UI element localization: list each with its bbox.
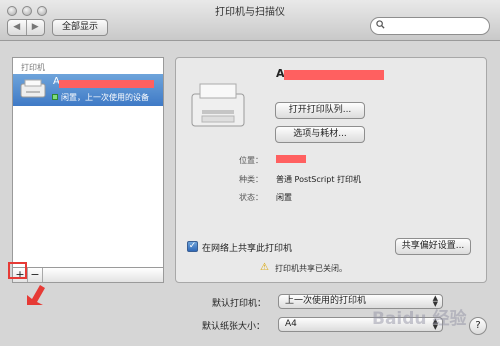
large-printer-icon <box>191 83 245 127</box>
location-label: 位置： <box>239 156 263 165</box>
status-value: 闲置 <box>276 193 292 202</box>
warning-icon: ⚠ <box>260 262 269 273</box>
search-icon <box>376 20 385 32</box>
share-checkbox[interactable]: ✓ <box>187 241 198 252</box>
share-checkbox-label[interactable]: 在网络上共享此打印机 <box>202 241 292 254</box>
annotation-highlight-box <box>8 262 27 279</box>
search-input[interactable] <box>370 17 490 35</box>
printer-status: 闲置，上一次使用的设备 <box>61 93 149 102</box>
sharing-warning-text: 打印机共享已关闭。 <box>275 264 347 273</box>
redacted-detail-name <box>284 70 384 80</box>
default-paper-label: 默认纸张大小： <box>202 322 266 332</box>
remove-printer-button[interactable]: − <box>28 268 43 282</box>
back-button[interactable]: ◀ <box>8 20 26 35</box>
annotation-arrow-icon <box>27 285 45 305</box>
printer-list: 打印机 A 闲置，上一次使用的设备 <box>12 57 164 268</box>
status-indicator-icon <box>52 94 58 100</box>
printer-icon <box>20 79 46 98</box>
redacted-name <box>59 80 154 88</box>
title-bar: 打印机与扫描仪 ◀ ▶ 全部显示 <box>0 0 500 41</box>
redacted-location <box>276 155 306 163</box>
help-button[interactable]: ? <box>469 317 487 335</box>
default-printer-value: 上一次使用的打印机 <box>285 296 367 306</box>
open-print-queue-button[interactable]: 打开打印队列... <box>275 102 365 119</box>
forward-button[interactable]: ▶ <box>25 20 45 35</box>
printer-detail-panel: A 打开打印队列... 选项与耗材... 位置： 种类： 普通 PostScri… <box>175 57 487 283</box>
nav-buttons: ◀ ▶ <box>7 19 45 36</box>
printer-list-header: 打印机 <box>21 63 45 72</box>
window-title: 打印机与扫描仪 <box>215 7 285 18</box>
default-printer-label: 默认打印机： <box>212 299 267 309</box>
show-all-button[interactable]: 全部显示 <box>52 19 108 36</box>
options-supplies-button[interactable]: 选项与耗材... <box>275 126 365 143</box>
status-label: 状态： <box>239 193 263 202</box>
kind-label: 种类： <box>239 175 263 184</box>
default-paper-value: A4 <box>285 319 297 329</box>
sharing-preferences-button[interactable]: 共享偏好设置... <box>395 238 471 255</box>
watermark: Baidu 经验 <box>372 309 467 329</box>
printer-list-item[interactable]: A 闲置，上一次使用的设备 <box>13 74 163 106</box>
kind-value: 普通 PostScript 打印机 <box>276 175 362 184</box>
